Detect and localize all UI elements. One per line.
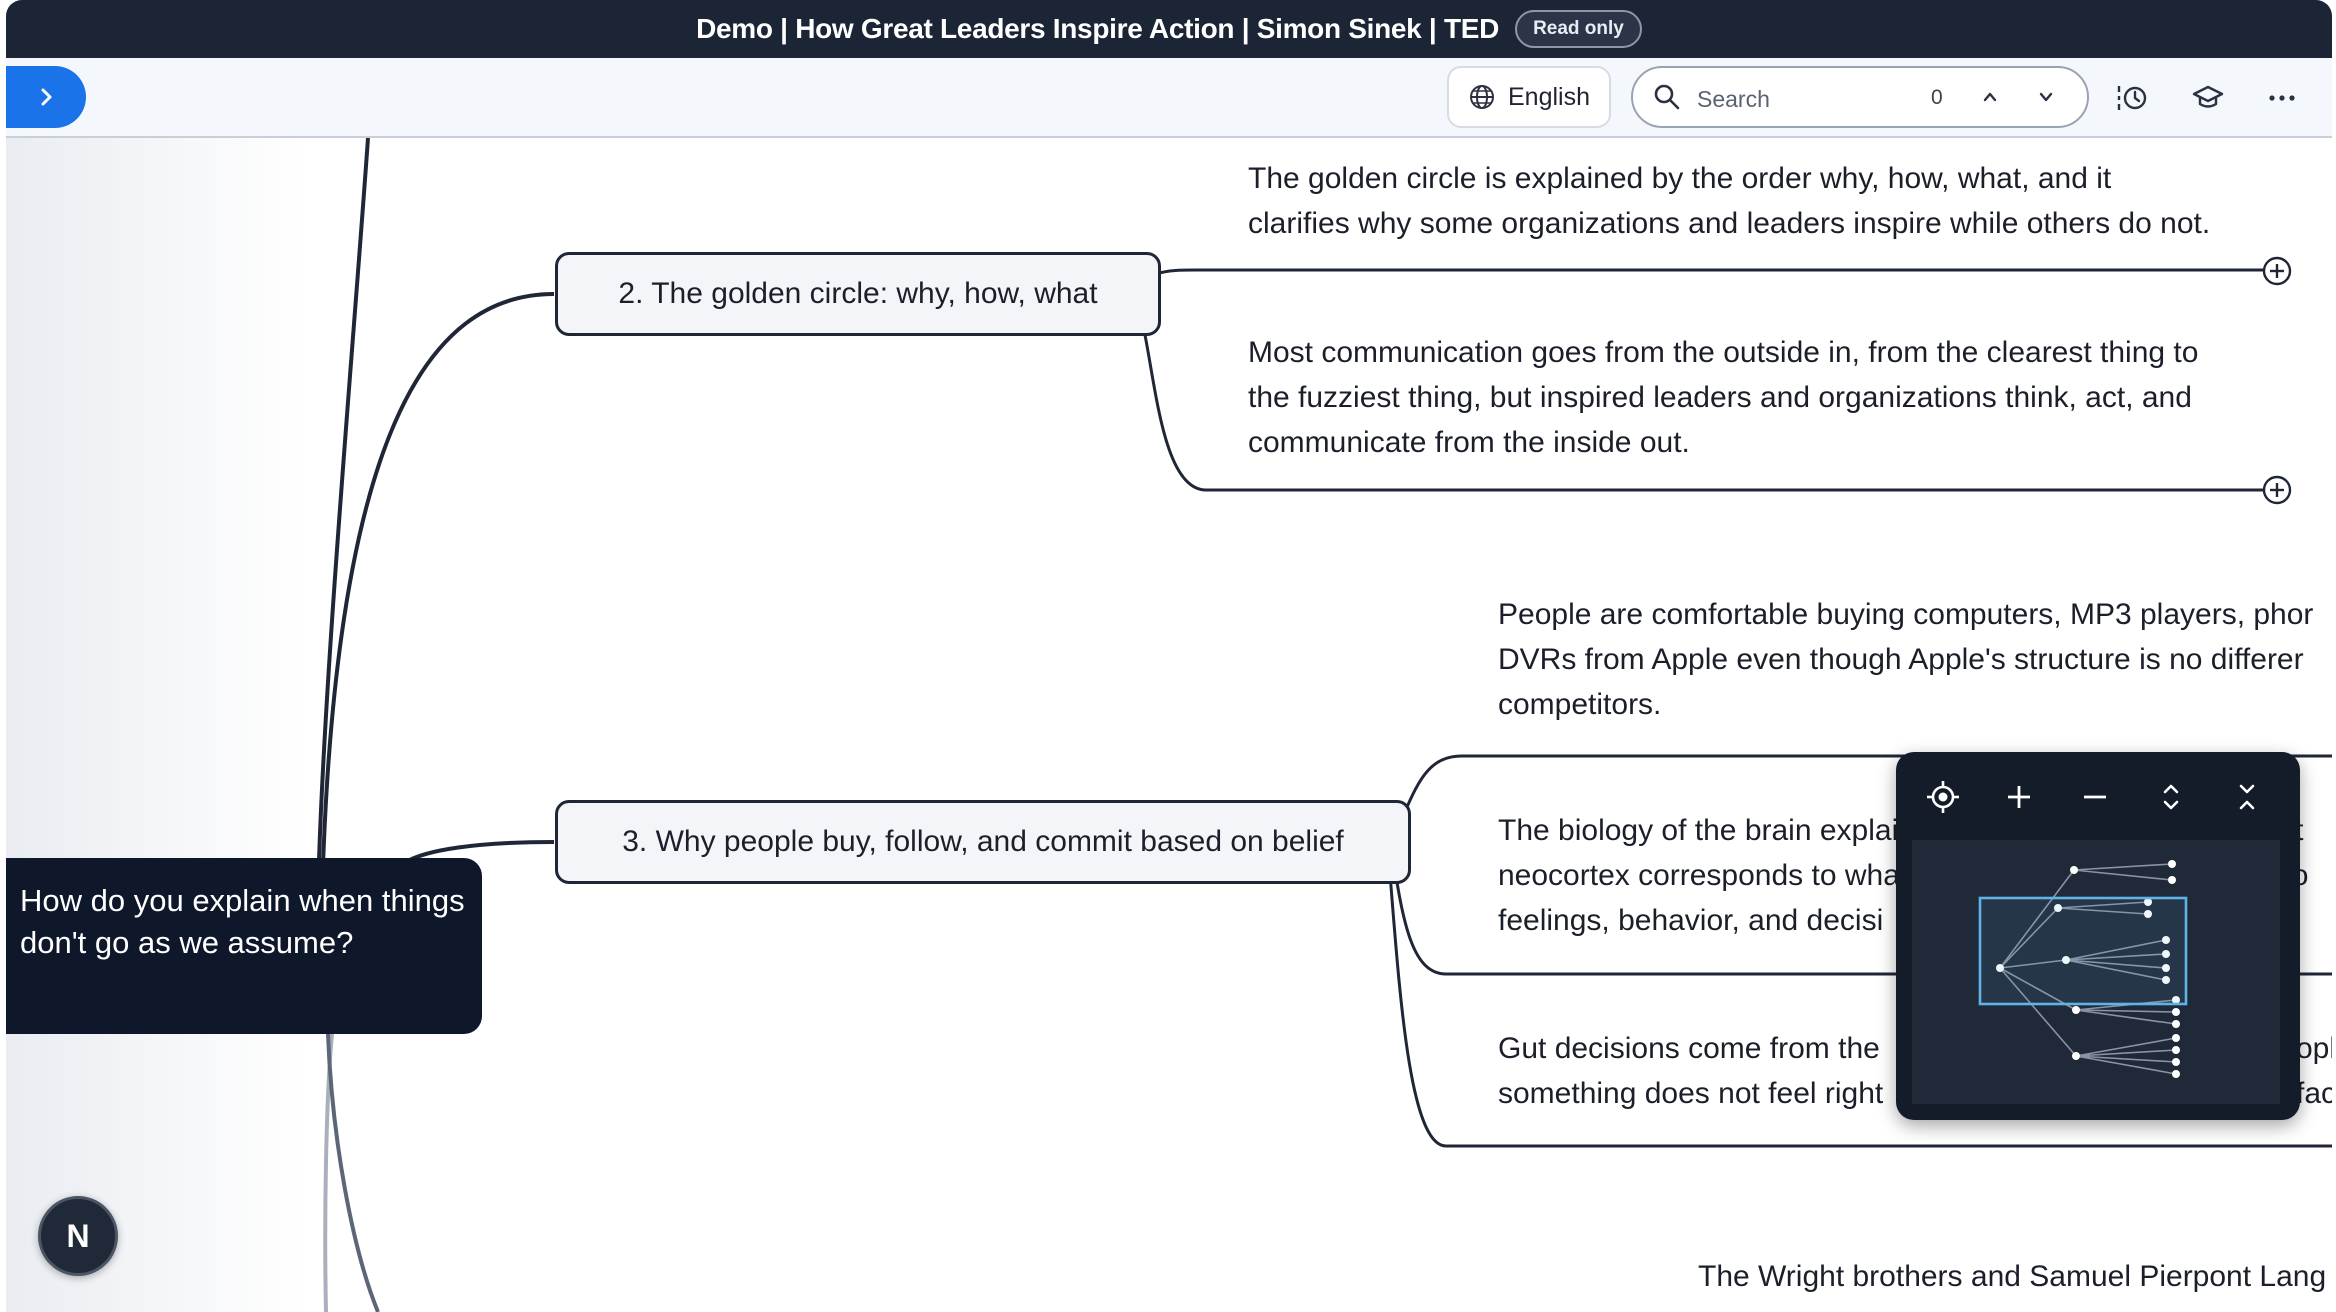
- note-line: The Wright brothers and Samuel Pierpont …: [1698, 1260, 2327, 1293]
- plus-icon: [2008, 786, 2030, 808]
- note-line: The golden circle is explained by the or…: [1248, 162, 2112, 195]
- note-line: clarifies why some organizations and lea…: [1248, 207, 2211, 240]
- minimap-panel: [1896, 752, 2300, 1120]
- chevron-right-icon: [41, 88, 52, 106]
- expand-vertical-icon: [2163, 784, 2179, 810]
- note-line: competitors.: [1498, 688, 1662, 721]
- avatar-initial: N: [66, 1217, 90, 1254]
- note-line: fac: [2296, 1077, 2332, 1110]
- expand-node-icon[interactable]: [2262, 475, 2292, 505]
- chevron-up-icon: [1983, 92, 1997, 102]
- search-box: 0: [1631, 66, 2089, 128]
- note-line: DVRs from Apple even though Apple's stru…: [1498, 643, 2304, 676]
- note-gut-decisions: Gut decisions come from the something do…: [1498, 1026, 1883, 1116]
- search-icon: [1654, 84, 1680, 110]
- search-input[interactable]: [1695, 84, 1929, 114]
- minimap-tree: [1978, 860, 2188, 1078]
- chevron-down-icon: [2039, 92, 2053, 102]
- history-icon: [2117, 86, 2147, 110]
- graduation-cap-icon: [2192, 85, 2224, 108]
- note-line: communicate from the inside out.: [1248, 426, 1690, 459]
- search-next-button[interactable]: [2031, 82, 2061, 112]
- minimap-visible-area: [1978, 896, 2188, 1006]
- minimap-viewport[interactable]: [1912, 840, 2280, 1104]
- topic-label: 3. Why people buy, follow, and commit ba…: [622, 825, 1344, 858]
- window-titlebar: Demo | How Great Leaders Inspire Action …: [6, 0, 2332, 58]
- history-button[interactable]: [2112, 78, 2152, 118]
- note-communication: Most communication goes from the outside…: [1248, 330, 2198, 465]
- mindmap-canvas[interactable]: 2. The golden circle: why, how, what 3. …: [6, 138, 2332, 1312]
- document-title: Demo | How Great Leaders Inspire Action …: [696, 13, 1500, 44]
- learn-button[interactable]: [2188, 78, 2228, 118]
- read-only-badge: Read only: [1515, 10, 1642, 48]
- collapse-all-button[interactable]: [2228, 778, 2266, 816]
- question-text: How do you explain when things don't go …: [20, 883, 465, 960]
- note-line: Most communication goes from the outside…: [1248, 336, 2199, 369]
- note-wright-brothers: The Wright brothers and Samuel Pierpont …: [1698, 1254, 2326, 1299]
- topic-label: 2. The golden circle: why, how, what: [618, 277, 1098, 310]
- note-line: People are comfortable buying computers,…: [1498, 598, 2314, 631]
- note-golden-circle: The golden circle is explained by the or…: [1248, 156, 2210, 246]
- search-prev-button[interactable]: [1975, 82, 2005, 112]
- minimap-toolbar: [1896, 752, 2300, 838]
- sidebar-toggle-button[interactable]: [6, 66, 86, 128]
- note-line: Gut decisions come from the: [1498, 1032, 1880, 1065]
- minus-icon: [2084, 795, 2106, 799]
- expand-all-button[interactable]: [2152, 778, 2190, 816]
- topic-golden-circle[interactable]: 2. The golden circle: why, how, what: [555, 252, 1161, 336]
- globe-icon: [1470, 85, 1494, 109]
- more-button[interactable]: [2262, 78, 2302, 118]
- zoom-out-button[interactable]: [2076, 778, 2114, 816]
- more-icon: [2269, 95, 2295, 101]
- zoom-in-button[interactable]: [2000, 778, 2038, 816]
- note-line: something does not feel right: [1498, 1077, 1884, 1110]
- topic-why-people-buy[interactable]: 3. Why people buy, follow, and commit ba…: [555, 800, 1411, 884]
- note-line: the fuzziest thing, but inspired leaders…: [1248, 381, 2192, 414]
- language-button[interactable]: English: [1447, 66, 1611, 128]
- expand-node-icon[interactable]: [2262, 256, 2292, 286]
- note-gut-decisions-tail: opl fac: [2296, 1026, 2332, 1116]
- language-label: English: [1508, 82, 1590, 111]
- avatar[interactable]: N: [38, 1196, 118, 1276]
- toolbar: English 0: [6, 58, 2332, 138]
- target-icon: [1927, 781, 1959, 813]
- center-view-button[interactable]: [1924, 778, 1962, 816]
- search-result-count: 0: [1931, 86, 1943, 109]
- note-apple: People are comfortable buying computers,…: [1498, 592, 2313, 727]
- collapse-vertical-icon: [2239, 784, 2255, 810]
- question-card[interactable]: How do you explain when things don't go …: [6, 858, 482, 1034]
- note-line: opl: [2296, 1032, 2332, 1065]
